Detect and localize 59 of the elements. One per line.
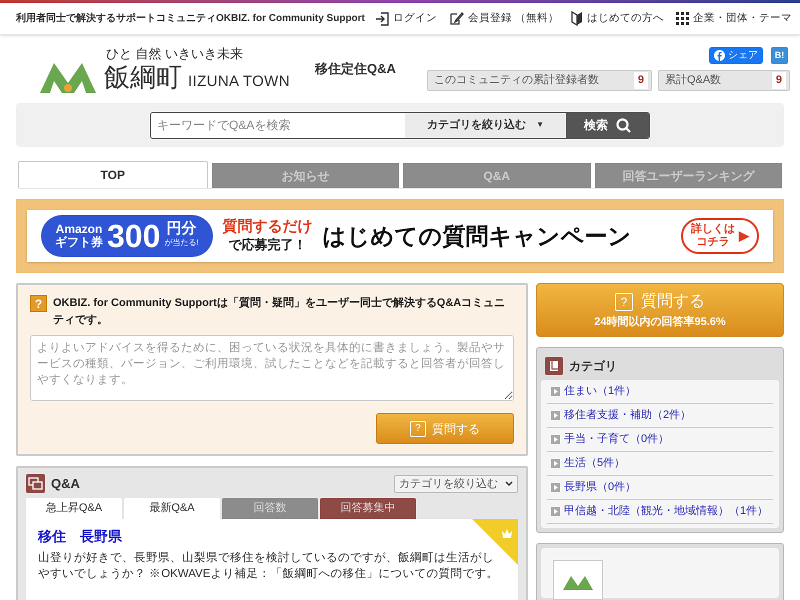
panel-title: カテゴリ xyxy=(568,358,617,375)
logo-slogan: ひと 自然 いきいき未来 xyxy=(106,44,244,62)
category-select[interactable]: カテゴリを絞り込む xyxy=(394,474,518,493)
top-link[interactable]: はじめての方へ xyxy=(570,10,664,26)
search-field[interactable]: キーワードでQ&Aを検索 xyxy=(151,112,406,138)
nav-tab[interactable]: TOP xyxy=(18,161,208,188)
beginner-mark-icon xyxy=(570,11,583,26)
stat-value: 9 xyxy=(772,72,786,89)
top-link[interactable]: ログイン xyxy=(374,10,437,26)
panel-title: Q&A xyxy=(51,475,80,493)
lead-text: で応募完了！ xyxy=(228,236,307,254)
intro-text: OKBIZ. for Community Supportは「質問・疑問」をユーザー同士で解決するQ&Aコミュニティです。 xyxy=(53,296,506,328)
site-title: 移住定住Q&A xyxy=(315,60,396,78)
category-link[interactable]: 住まい（1件） xyxy=(564,383,636,400)
book-icon xyxy=(544,357,563,375)
category-link[interactable]: 移住者支援・補助（2件） xyxy=(564,407,692,424)
pencil-note-icon xyxy=(448,11,464,26)
category-link[interactable]: 甲信越・北陸（観光・地域情報）（1件） xyxy=(564,503,768,520)
search-button[interactable]: 検索 xyxy=(566,112,649,138)
top-link[interactable]: 会員登録 （無料） xyxy=(448,10,559,26)
logo-name: 飯綱町 xyxy=(104,63,182,93)
gift-unit: 円分 xyxy=(166,222,196,236)
site-tagline: 利用者同士で解決するサポートコミュニティOKBIZ. for Community Support xyxy=(16,12,365,26)
category-link[interactable]: 生活（5件） xyxy=(564,455,626,472)
play-square-icon xyxy=(550,387,560,396)
play-square-icon xyxy=(550,459,560,468)
qa-tab[interactable]: 急上昇Q&A xyxy=(26,498,122,518)
category-dropdown[interactable]: カテゴリを絞り込む ▼ xyxy=(405,112,566,138)
share-button[interactable]: シェア xyxy=(709,47,763,64)
qa-tab[interactable]: 最新Q&A xyxy=(124,498,220,518)
login-icon xyxy=(374,12,389,26)
question-title-link[interactable]: 移住 長野県 xyxy=(38,526,122,546)
facebook-icon xyxy=(714,50,725,61)
chat-bubbles-icon xyxy=(26,474,45,494)
search-icon xyxy=(616,118,631,132)
grid-icon xyxy=(676,12,689,25)
chevron-down-icon xyxy=(504,481,513,486)
top-link[interactable]: 企業・団体・テーマ xyxy=(676,10,792,26)
campaign-headline: はじめての質問キャンペーン xyxy=(322,222,632,251)
category-link[interactable]: 長野県（0件） xyxy=(564,479,636,496)
gift-label: Amazon xyxy=(56,223,102,236)
logo-subtitle: IIZUNA TOWN xyxy=(188,72,290,92)
lead-text: 質問するだけ xyxy=(222,218,313,236)
search-bar[interactable]: キーワードでQ&Aを検索 カテゴリを絞り込む ▼ 検索 xyxy=(150,112,650,138)
gift-note: が当たる! xyxy=(164,237,199,249)
play-square-icon xyxy=(550,507,560,516)
category-link[interactable]: 手当・子育て（0件） xyxy=(564,431,670,448)
qa-tab[interactable]: 回答募集中 xyxy=(320,498,416,518)
play-square-icon xyxy=(550,411,560,420)
stat-label: このコミュニティの累計登録者数 xyxy=(434,72,599,88)
question-excerpt: 山登りが好きで、長野県、山梨県で移住を検討しているのですが、飯綱町は生活がしやすいでしょうか？ ※OKWAVEより補足：「飯綱町への移住」についての質問です。 xyxy=(38,550,500,582)
question-icon: ? xyxy=(30,295,47,312)
gift-label: ギフト券 xyxy=(55,236,103,249)
play-square-icon xyxy=(550,435,560,444)
stat-value: 9 xyxy=(634,72,648,89)
play-square-icon xyxy=(550,483,560,492)
stat-label: 累計Q&A数 xyxy=(665,72,722,88)
gift-amount: 300 xyxy=(107,220,160,252)
question-field[interactable]: よりよいアドバイスを得るために、困っている状況を具体的に書きましょう。製品やサービスの種類、バージョン、ご利用環境、試したことなどを記載すると回答者が回答しやすくなります。 xyxy=(30,335,514,401)
